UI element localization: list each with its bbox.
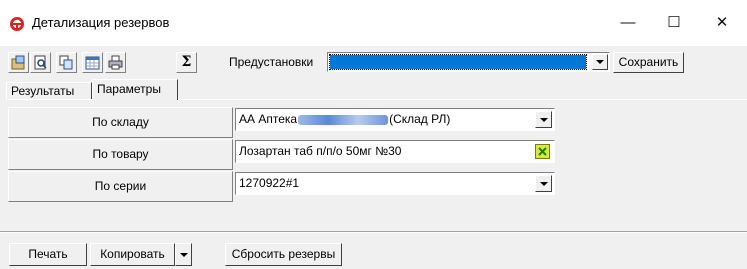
tab-parameters[interactable]: Параметры	[92, 79, 178, 100]
presets-select[interactable]	[327, 52, 610, 72]
clear-icon[interactable]	[535, 144, 550, 159]
product-value: Лозартан таб п/п/о 50мг №30	[239, 144, 402, 158]
title-bar: Детализация резервов — ☐ ✕	[0, 0, 747, 46]
presets-selected-highlight	[329, 54, 587, 70]
print-report-button[interactable]: Печать	[9, 243, 87, 266]
preview-button[interactable]	[30, 52, 51, 73]
presets-label: Предустановки	[229, 55, 314, 69]
calendar-button[interactable]	[82, 52, 103, 73]
client-area: Σ Предустановки Сохранить Результаты Пар…	[0, 46, 747, 269]
copy-options-dropdown[interactable]	[175, 243, 192, 266]
tab-results[interactable]: Результаты	[6, 82, 92, 100]
warehouse-value: АА Аптека (Склад РЛ)	[239, 112, 450, 126]
chevron-down-icon[interactable]	[592, 54, 608, 70]
save-preset-button[interactable]: Сохранить	[613, 52, 684, 73]
param-label-series: По серии	[8, 171, 233, 202]
copy-report-button[interactable]: Копировать	[90, 243, 175, 266]
param-label-product: По товару	[8, 139, 233, 170]
sum-icon: Σ	[181, 54, 192, 70]
warehouse-suffix: (Склад РЛ)	[389, 112, 451, 126]
close-button[interactable]: ✕	[699, 8, 745, 38]
reset-reserves-button[interactable]: Сбросить резервы	[225, 243, 342, 266]
chevron-down-icon[interactable]	[535, 111, 552, 128]
chevron-down-icon[interactable]	[535, 175, 552, 192]
copy-icon	[59, 55, 73, 70]
properties-icon	[11, 55, 25, 70]
maximize-button[interactable]: ☐	[651, 8, 697, 38]
preview-icon	[34, 55, 47, 70]
properties-button[interactable]	[8, 52, 29, 73]
print-button[interactable]	[105, 52, 126, 73]
param-label-warehouse: По складу	[8, 107, 233, 138]
warehouse-select[interactable]: АА Аптека (Склад РЛ)	[235, 108, 555, 131]
print-icon	[108, 55, 123, 70]
divider-highlight	[0, 232, 747, 233]
warehouse-prefix: АА Аптека	[239, 112, 298, 126]
series-select[interactable]: 1270922#1	[235, 172, 555, 195]
window-title: Детализация резервов	[32, 15, 170, 30]
minimize-button[interactable]: —	[605, 8, 651, 38]
series-value: 1270922#1	[239, 176, 300, 190]
product-field[interactable]: Лозартан таб п/п/о 50мг №30	[235, 140, 555, 163]
copy-button[interactable]	[56, 52, 77, 73]
sum-button[interactable]: Σ	[176, 52, 197, 73]
app-reserve-icon	[10, 17, 24, 31]
redacted-text	[298, 114, 389, 125]
calendar-icon	[85, 56, 100, 70]
